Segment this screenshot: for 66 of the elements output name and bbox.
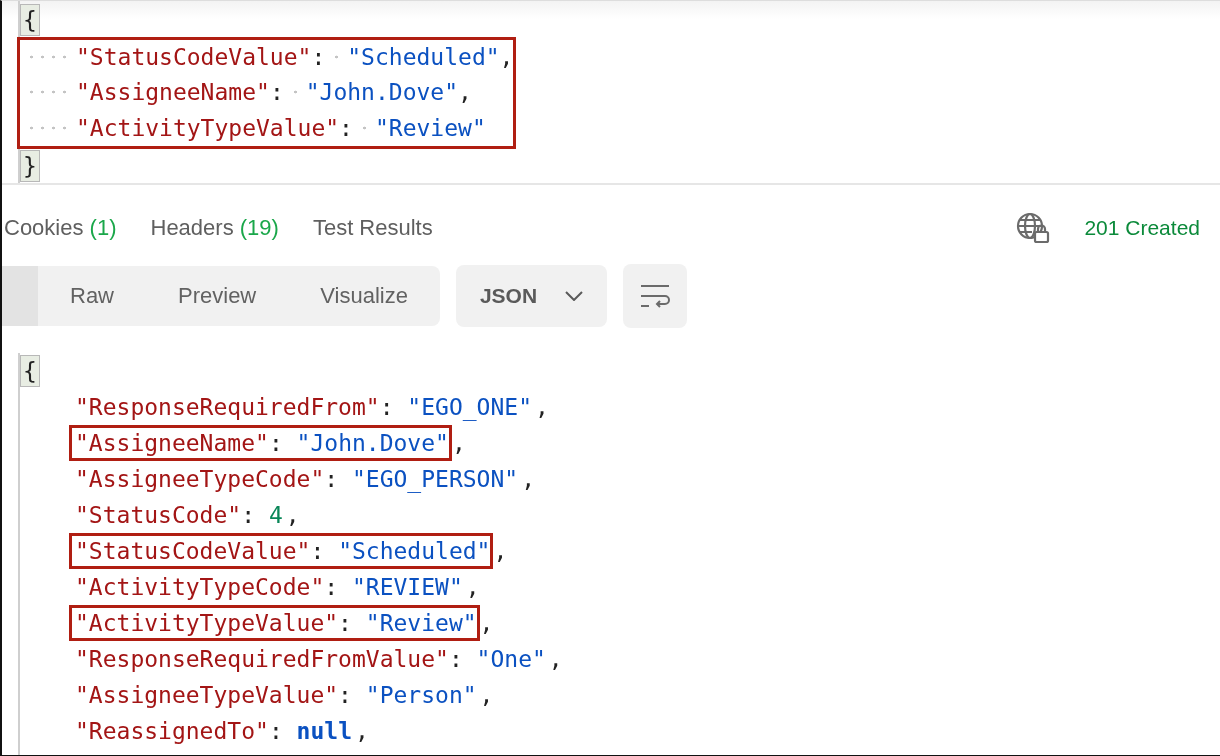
view-mode-button[interactable]: Preview (146, 266, 289, 326)
json-value: "REVIEW" (351, 574, 463, 600)
comma: , (499, 44, 514, 70)
json-key: "AssigneeTypeCode" (75, 466, 325, 492)
json-value: "EGO_PERSON" (351, 466, 519, 492)
colon: : (268, 430, 283, 456)
colon: : (310, 538, 325, 564)
json-brace: } (20, 150, 40, 182)
json-key: "ActivityTypeValue" (76, 115, 340, 141)
comma: , (521, 466, 535, 492)
json-key: "StatusCode" (75, 502, 242, 528)
json-key: "AssigneeTypeValue" (75, 682, 339, 708)
chevron-down-icon (565, 291, 584, 301)
response-tab[interactable]: Cookies (1) (4, 215, 117, 241)
colon: : (338, 682, 352, 708)
comma: , (548, 646, 563, 672)
json-key: "StatusCodeValue" (76, 44, 312, 70)
response-tab[interactable]: Test Results (312, 215, 433, 241)
json-key: "ResponseRequiredFrom" (75, 394, 380, 420)
comma: , (285, 502, 300, 528)
view-mode-button[interactable]: Raw (38, 266, 146, 326)
json-value: "One" (476, 646, 546, 672)
json-value: "John.Dove" (305, 79, 459, 105)
json-key: "AssigneeName" (76, 79, 270, 105)
json-value: "Review" (374, 115, 486, 141)
wrap-lines-button[interactable] (623, 264, 688, 328)
json-key: "StatusCodeValue" (75, 538, 311, 564)
json-value: "EGO_ONE" (407, 394, 532, 420)
json-value: "Person" (365, 682, 477, 708)
comma: , (458, 79, 472, 105)
globe-lock-icon (1016, 212, 1051, 244)
comma: , (479, 610, 494, 636)
colon: : (311, 44, 326, 70)
colon: : (324, 574, 339, 600)
comma: , (465, 574, 480, 600)
json-key: "ResponseRequiredFromValue" (75, 646, 449, 672)
colon: : (269, 79, 284, 105)
comma: , (493, 538, 508, 564)
colon: : (338, 610, 352, 636)
json-key: "ActivityTypeValue" (75, 610, 339, 636)
json-value: "Scheduled" (347, 44, 500, 70)
colon: : (339, 115, 353, 141)
comma: , (479, 682, 494, 708)
format-dropdown[interactable]: JSON (455, 265, 608, 327)
view-mode-button[interactable]: Visualize (288, 266, 440, 326)
colon: : (448, 646, 463, 672)
json-brace: { (20, 4, 40, 36)
json-value: "Review" (365, 610, 477, 636)
json-value: null (296, 718, 352, 744)
json-key: "ActivityTypeCode" (75, 574, 325, 600)
colon: : (241, 502, 256, 528)
comma: , (451, 430, 466, 456)
colon: : (268, 718, 283, 744)
status-text: 201 Created (1084, 216, 1200, 240)
json-value: "Scheduled" (338, 538, 491, 564)
wrap-lines-icon (639, 284, 672, 308)
colon: : (324, 466, 339, 492)
json-value: 4 (268, 502, 283, 528)
json-key: "AssigneeName" (75, 430, 269, 456)
colon: : (379, 394, 394, 420)
response-tab[interactable]: Headers (19) (150, 215, 279, 241)
comma: , (355, 718, 369, 744)
json-key: "ReassignedTo" (75, 718, 269, 744)
comma: , (535, 394, 549, 420)
json-value: "John.Dove" (296, 430, 449, 456)
json-brace: { (20, 355, 40, 387)
